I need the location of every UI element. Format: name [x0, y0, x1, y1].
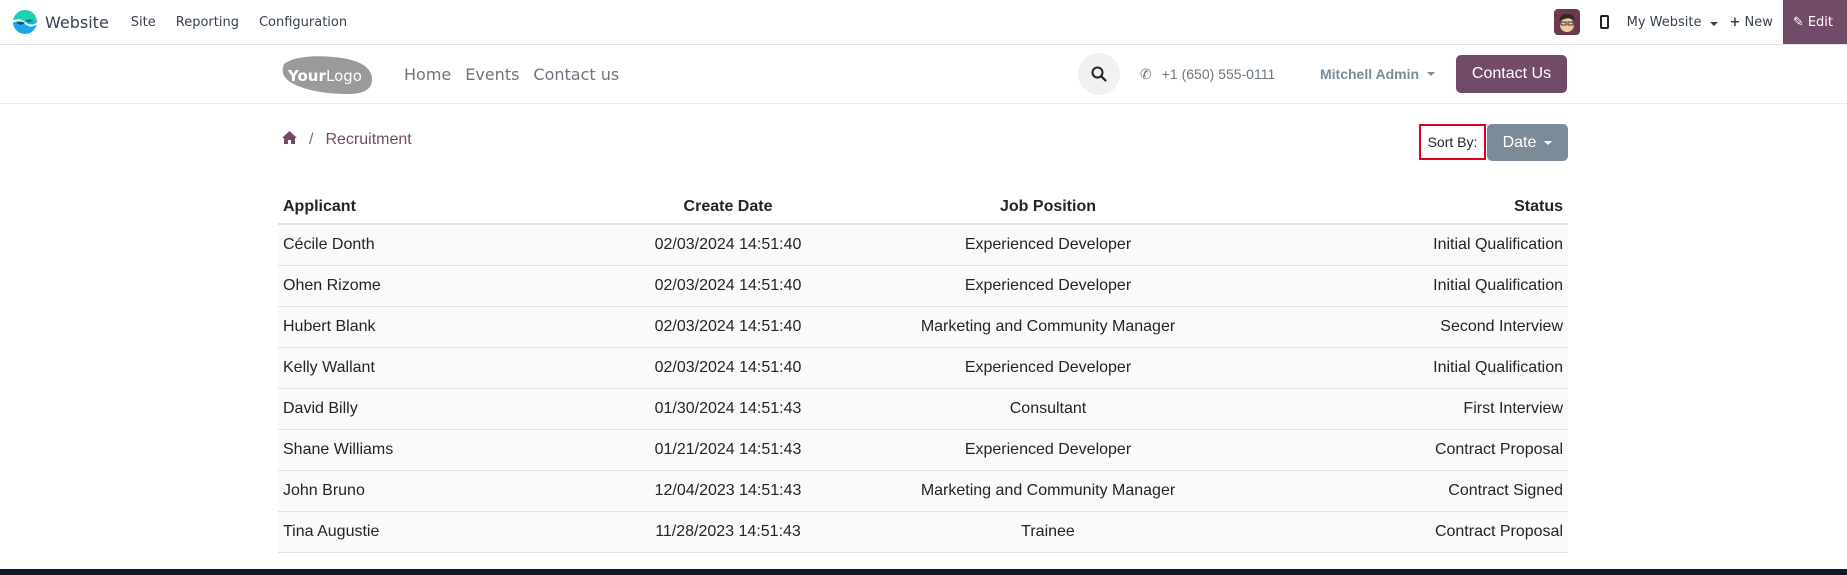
applications-table: Applicant Create Date Job Position Statu…	[278, 191, 1568, 553]
table-row[interactable]: Shane Williams 01/21/2024 14:51:43 Experie…	[278, 429, 1568, 471]
header-status: Status	[1248, 191, 1568, 225]
edit-button[interactable]: ✎ Edit	[1782, 0, 1847, 44]
cell-applicant: Hubert Blank	[278, 306, 608, 348]
app-title: Website	[45, 12, 109, 32]
pencil-icon: ✎	[1792, 14, 1804, 30]
cell-applicant: Kelly Wallant	[278, 347, 608, 389]
cell-create-date: 01/21/2024 14:51:43	[608, 429, 848, 471]
breadcrumb: / Recruitment	[282, 131, 412, 149]
chevron-down-icon	[1427, 72, 1436, 76]
app-brand[interactable]: Website	[12, 9, 109, 35]
new-button-label: New	[1744, 14, 1773, 30]
cell-applicant: Ohen Rizome	[278, 265, 608, 307]
chevron-down-icon	[1709, 21, 1718, 26]
cell-status: Initial Qualification	[1248, 265, 1568, 307]
contact-us-button[interactable]: Contact Us	[1456, 55, 1567, 93]
search-button[interactable]	[1078, 53, 1120, 95]
phone-number: +1 (650) 555-0111	[1161, 66, 1276, 82]
table-row[interactable]: Hubert Blank 02/03/2024 14:51:40 Marketing…	[278, 306, 1568, 348]
cell-job-position: Marketing and Community Manager	[848, 306, 1248, 348]
header-job-position: Job Position	[848, 191, 1248, 225]
phone-icon: ✆	[1140, 65, 1152, 82]
navbar-right: My Website + New ✎ Edit	[1553, 0, 1847, 44]
cell-status: First Interview	[1248, 388, 1568, 430]
website-header: Your Logo Home Events Contact us ✆ +1 (6…	[0, 45, 1847, 104]
cell-job-position: Consultant	[848, 388, 1248, 430]
mobile-preview-icon[interactable]	[1599, 15, 1609, 29]
cell-create-date: 12/04/2023 14:51:43	[608, 470, 848, 512]
cell-create-date: 11/28/2023 14:51:43	[608, 511, 848, 553]
menu-site[interactable]: Site	[121, 15, 166, 30]
user-menu[interactable]: Mitchell Admin	[1320, 45, 1436, 103]
cell-job-position: Experienced Developer	[848, 265, 1248, 307]
plus-icon: +	[1729, 14, 1741, 30]
odoo-top-navbar: Website Site Reporting Configuration My …	[0, 0, 1847, 45]
user-avatar[interactable]	[1553, 9, 1580, 35]
nav-events[interactable]: Events	[465, 65, 519, 84]
footer	[0, 569, 1847, 575]
cell-job-position: Marketing and Community Manager	[848, 470, 1248, 512]
user-name: Mitchell Admin	[1320, 66, 1420, 82]
cell-job-position: Experienced Developer	[848, 429, 1248, 471]
website-selector-label: My Website	[1626, 14, 1702, 30]
cell-job-position: Trainee	[848, 511, 1248, 553]
breadcrumb-separator: /	[309, 131, 314, 148]
table-row[interactable]: John Bruno 12/04/2023 14:51:43 Marketing a…	[278, 470, 1568, 512]
edit-button-label: Edit	[1807, 14, 1833, 30]
cell-status: Initial Qualification	[1248, 347, 1568, 389]
table-header-row: Applicant Create Date Job Position Statu…	[278, 191, 1568, 225]
cell-job-position: Experienced Developer	[848, 347, 1248, 389]
website-app-icon	[12, 9, 38, 35]
new-button[interactable]: + New	[1730, 15, 1773, 30]
table-row[interactable]: David Billy 01/30/2024 14:51:43 Consultant…	[278, 388, 1568, 430]
cell-create-date: 02/03/2024 14:51:40	[608, 224, 848, 266]
breadcrumb-current: Recruitment	[325, 131, 412, 148]
phone-link[interactable]: ✆ +1 (650) 555-0111	[1140, 45, 1275, 103]
cell-applicant: David Billy	[278, 388, 608, 430]
cell-applicant: Shane Williams	[278, 429, 608, 471]
cell-applicant: Tina Augustie	[278, 511, 608, 553]
table-row[interactable]: Ohen Rizome 02/03/2024 14:51:40 Experience…	[278, 265, 1568, 307]
header-create-date: Create Date	[608, 191, 848, 225]
cell-status: Second Interview	[1248, 306, 1568, 348]
search-icon	[1091, 66, 1107, 82]
cell-status: Contract Proposal	[1248, 511, 1568, 553]
cell-status: Initial Qualification	[1248, 224, 1568, 266]
sort-dropdown[interactable]: Date	[1487, 124, 1568, 161]
cell-applicant: Cécile Donth	[278, 224, 608, 266]
cell-create-date: 02/03/2024 14:51:40	[608, 347, 848, 389]
svg-text:Logo: Logo	[326, 67, 362, 85]
menu-configuration[interactable]: Configuration	[249, 15, 357, 30]
cell-job-position: Experienced Developer	[848, 224, 1248, 266]
header-applicant: Applicant	[278, 191, 608, 225]
cell-create-date: 02/03/2024 14:51:40	[608, 265, 848, 307]
table-row[interactable]: Kelly Wallant 02/03/2024 14:51:40 Experien…	[278, 347, 1568, 389]
menu-reporting[interactable]: Reporting	[166, 15, 249, 30]
app-menu: Site Reporting Configuration	[121, 15, 357, 30]
cell-create-date: 01/30/2024 14:51:43	[608, 388, 848, 430]
cell-status: Contract Proposal	[1248, 429, 1568, 471]
chevron-down-icon	[1544, 140, 1553, 145]
website-selector[interactable]: My Website	[1627, 15, 1718, 30]
nav-contact-us[interactable]: Contact us	[533, 65, 619, 84]
sort-by-label: Sort By:	[1419, 124, 1486, 160]
table-row[interactable]: Cécile Donth 02/03/2024 14:51:40 Experienc…	[278, 224, 1568, 266]
table-row[interactable]: Tina Augustie 11/28/2023 14:51:43 Trainee C…	[278, 511, 1568, 553]
cell-create-date: 02/03/2024 14:51:40	[608, 306, 848, 348]
cell-status: Contract Signed	[1248, 470, 1568, 512]
home-icon[interactable]	[282, 131, 297, 149]
website-nav: Home Events Contact us	[404, 45, 633, 103]
sort-selected: Date	[1502, 133, 1537, 151]
cell-applicant: John Bruno	[278, 470, 608, 512]
website-logo[interactable]: Your Logo	[278, 54, 374, 96]
nav-home[interactable]: Home	[404, 65, 451, 84]
svg-text:Your: Your	[287, 67, 326, 85]
